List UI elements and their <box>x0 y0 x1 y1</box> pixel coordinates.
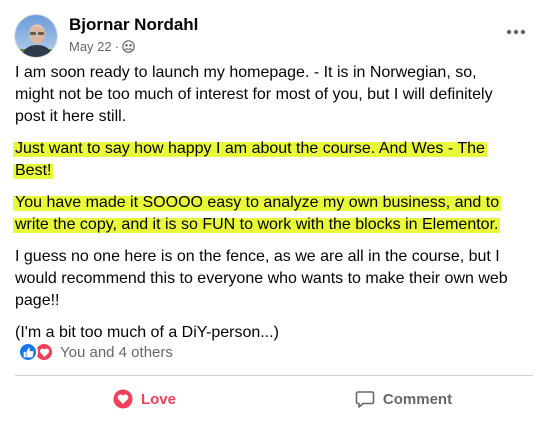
post-card: Bjornar Nordahl May 22 · I am soon ready <box>0 0 548 424</box>
like-icon <box>18 342 38 362</box>
post-actions: Love Comment <box>15 380 533 418</box>
post-paragraph: I guess no one here is on the fence, as … <box>15 248 508 309</box>
post-paragraph: I am soon ready to launch my homepage. -… <box>15 64 493 125</box>
friends-icon[interactable] <box>122 40 135 53</box>
love-button[interactable]: Love <box>15 380 274 418</box>
highlighted-paragraph: You have made it SOOOO easy to analyze m… <box>13 194 502 233</box>
love-button-label: Love <box>140 390 176 408</box>
meta-separator: · <box>114 39 119 54</box>
post-body: I am soon ready to launch my homepage. -… <box>13 62 520 354</box>
comment-button-label: Comment <box>382 390 453 408</box>
more-options-icon[interactable] <box>504 22 528 42</box>
love-heart-icon <box>113 389 133 409</box>
reactions-summary[interactable]: You and 4 others <box>18 341 173 363</box>
post-header: Bjornar Nordahl May 22 · <box>14 10 534 60</box>
avatar[interactable] <box>14 14 58 58</box>
actions-divider <box>15 375 533 376</box>
author-name[interactable]: Bjornar Nordahl <box>69 15 198 35</box>
post-meta: May 22 · <box>69 39 135 54</box>
comment-button[interactable]: Comment <box>274 380 533 418</box>
comment-icon <box>355 389 375 409</box>
highlighted-paragraph: Just want to say how happy I am about th… <box>13 140 487 179</box>
reactions-text[interactable]: You and 4 others <box>60 344 173 361</box>
post-date[interactable]: May 22 <box>69 39 112 54</box>
reaction-icons <box>18 342 54 362</box>
